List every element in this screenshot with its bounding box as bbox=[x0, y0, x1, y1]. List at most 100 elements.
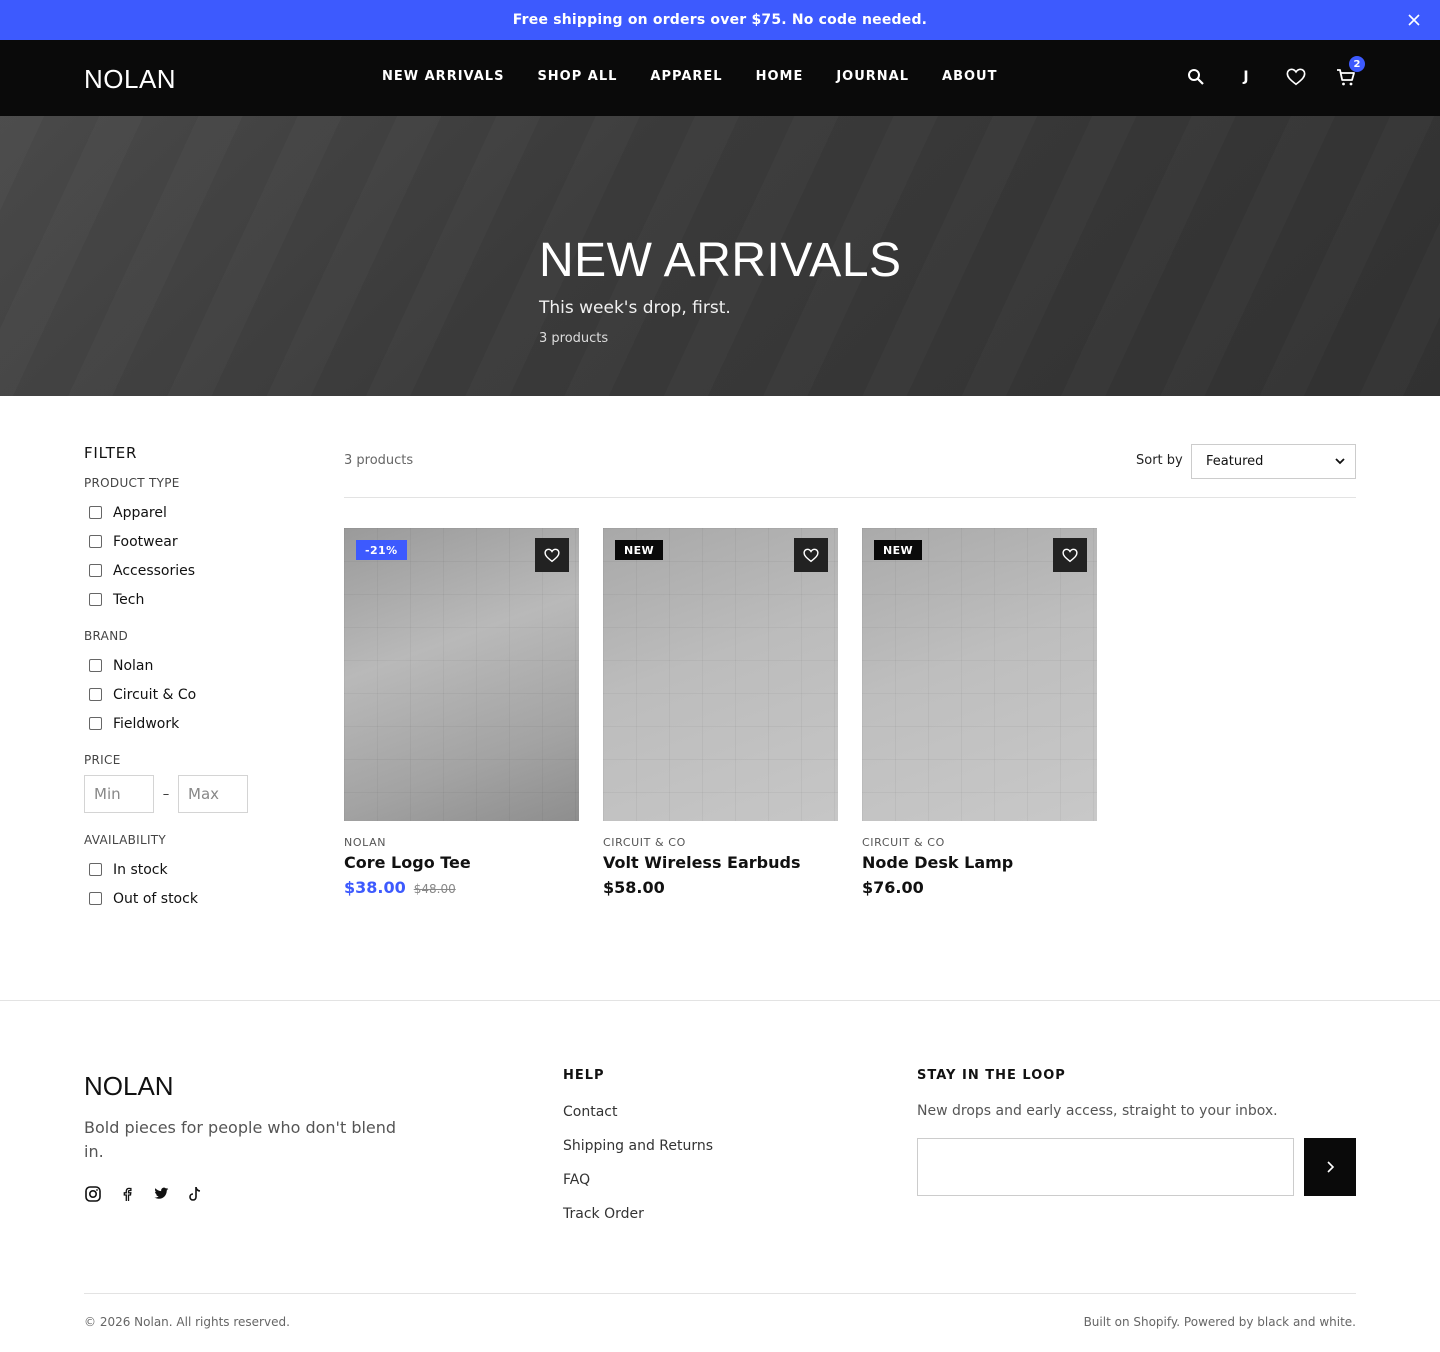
filter-sidebar: FILTER PRODUCT TYPE Apparel Footwear Acc… bbox=[84, 444, 284, 928]
site-logo[interactable]: NOLAN bbox=[84, 64, 176, 95]
newsletter-text: New drops and early access, straight to … bbox=[917, 1103, 1278, 1119]
heart-icon[interactable] bbox=[1286, 66, 1306, 88]
product-price: $58.00 bbox=[603, 878, 838, 897]
regular-price: $76.00 bbox=[862, 878, 924, 897]
compare-price: $48.00 bbox=[413, 882, 456, 896]
checkbox[interactable] bbox=[89, 593, 102, 606]
product-badge: NEW bbox=[874, 540, 923, 560]
sort-selected-value: Featured bbox=[1206, 454, 1264, 469]
regular-price: $58.00 bbox=[603, 878, 665, 897]
cart-icon[interactable]: 2 bbox=[1336, 56, 1365, 88]
footer-link-contact[interactable]: Contact bbox=[563, 1104, 713, 1138]
filter-option-label: In stock bbox=[113, 861, 168, 878]
announcement-bar: Free shipping on orders over $75. No cod… bbox=[0, 0, 1440, 40]
hero-product-count: 3 products bbox=[539, 331, 609, 346]
twitter-icon[interactable] bbox=[152, 1185, 170, 1203]
site-header: NOLAN NEW ARRIVALS SHOP ALL APPAREL HOME… bbox=[0, 40, 1440, 116]
collection-hero: NEW ARRIVALS This week's drop, first. 3 … bbox=[0, 116, 1440, 396]
social-links bbox=[84, 1185, 204, 1203]
nav-shop-all[interactable]: SHOP ALL bbox=[537, 69, 617, 84]
checkbox[interactable] bbox=[89, 892, 102, 905]
filter-option-circuit-co[interactable]: Circuit & Co bbox=[84, 680, 284, 709]
filter-option-apparel[interactable]: Apparel bbox=[84, 498, 284, 527]
filter-option-in-stock[interactable]: In stock bbox=[84, 855, 284, 884]
nav-home[interactable]: HOME bbox=[756, 69, 804, 84]
wishlist-button[interactable] bbox=[535, 538, 569, 572]
facebook-icon[interactable] bbox=[118, 1185, 136, 1203]
product-name[interactable]: Core Logo Tee bbox=[344, 853, 579, 872]
product-image[interactable]: NEW bbox=[862, 528, 1097, 821]
filter-option-out-of-stock[interactable]: Out of stock bbox=[84, 884, 284, 913]
checkbox[interactable] bbox=[89, 535, 102, 548]
product-image[interactable]: NEW bbox=[603, 528, 838, 821]
checkbox[interactable] bbox=[89, 659, 102, 672]
checkbox[interactable] bbox=[89, 717, 102, 730]
checkbox[interactable] bbox=[89, 863, 102, 876]
cart-count-badge: 2 bbox=[1349, 56, 1365, 72]
announcement-text: Free shipping on orders over $75. No cod… bbox=[512, 12, 928, 28]
nav-about[interactable]: ABOUT bbox=[942, 69, 997, 84]
filter-option-label: Nolan bbox=[113, 657, 154, 674]
product-badge: NEW bbox=[615, 540, 664, 560]
footer-link-shipping[interactable]: Shipping and Returns bbox=[563, 1138, 713, 1172]
tiktok-icon[interactable] bbox=[186, 1185, 204, 1203]
filter-option-tech[interactable]: Tech bbox=[84, 585, 284, 614]
filter-option-fieldwork[interactable]: Fieldwork bbox=[84, 709, 284, 738]
footer-newsletter-title: STAY IN THE LOOP bbox=[917, 1068, 1066, 1083]
product-brand: CIRCUIT & CO bbox=[603, 836, 686, 849]
product-image[interactable]: -21% bbox=[344, 528, 579, 821]
wishlist-button[interactable] bbox=[1053, 538, 1087, 572]
newsletter-email-input[interactable] bbox=[917, 1138, 1294, 1196]
footer-help-links: Contact Shipping and Returns FAQ Track O… bbox=[563, 1104, 713, 1240]
price-min-input[interactable]: Min bbox=[84, 775, 154, 813]
heart-icon bbox=[1062, 548, 1078, 562]
nav-apparel[interactable]: APPAREL bbox=[650, 69, 722, 84]
checkbox[interactable] bbox=[89, 506, 102, 519]
product-card[interactable]: NEW CIRCUIT & CO Volt Wireless Earbuds $… bbox=[603, 528, 838, 897]
filter-option-label: Fieldwork bbox=[113, 715, 180, 732]
sale-price: $38.00 bbox=[344, 878, 406, 897]
filter-option-label: Tech bbox=[113, 591, 145, 608]
nav-journal[interactable]: JOURNAL bbox=[836, 69, 909, 84]
footer-help-title: HELP bbox=[563, 1068, 605, 1083]
price-max-input[interactable]: Max bbox=[178, 775, 248, 813]
product-name[interactable]: Node Desk Lamp bbox=[862, 853, 1097, 872]
nav-new-arrivals[interactable]: NEW ARRIVALS bbox=[382, 69, 504, 84]
filter-option-nolan[interactable]: Nolan bbox=[84, 651, 284, 680]
filter-option-label: Accessories bbox=[113, 562, 196, 579]
filter-option-label: Apparel bbox=[113, 504, 167, 521]
filter-option-label: Footwear bbox=[113, 533, 178, 550]
hero-content: NEW ARRIVALS This week's drop, first. 3 … bbox=[539, 234, 902, 346]
checkbox[interactable] bbox=[89, 564, 102, 577]
price-range: Min – Max bbox=[84, 775, 284, 813]
product-price: $38.00 $48.00 bbox=[344, 878, 579, 897]
price-separator: – bbox=[162, 786, 170, 802]
sort-label: Sort by bbox=[1136, 453, 1183, 468]
sort-select[interactable]: Featured bbox=[1191, 444, 1356, 479]
filter-group-brand: BRAND Nolan Circuit & Co Fieldwork bbox=[84, 629, 284, 738]
product-card[interactable]: NEW CIRCUIT & CO Node Desk Lamp $76.00 bbox=[862, 528, 1097, 897]
main-nav: NEW ARRIVALS SHOP ALL APPAREL HOME JOURN… bbox=[382, 69, 997, 84]
product-card[interactable]: -21% NOLAN Core Logo Tee $38.00 $48.00 bbox=[344, 528, 579, 897]
search-icon[interactable] bbox=[1186, 66, 1206, 88]
footer-logo[interactable]: NOLAN bbox=[84, 1071, 174, 1102]
footer-divider bbox=[0, 1000, 1440, 1001]
filter-group-title: PRODUCT TYPE bbox=[84, 476, 180, 490]
footer-link-track-order[interactable]: Track Order bbox=[563, 1206, 713, 1240]
instagram-icon[interactable] bbox=[84, 1185, 102, 1203]
chevron-right-icon bbox=[1327, 1161, 1335, 1173]
footer-link-faq[interactable]: FAQ bbox=[563, 1172, 713, 1206]
close-icon[interactable] bbox=[1404, 10, 1424, 30]
newsletter-submit-button[interactable] bbox=[1304, 1138, 1356, 1196]
heart-icon bbox=[544, 548, 560, 562]
filter-option-footwear[interactable]: Footwear bbox=[84, 527, 284, 556]
filter-group-title: PRICE bbox=[84, 753, 121, 767]
product-name[interactable]: Volt Wireless Earbuds bbox=[603, 853, 838, 872]
filter-option-accessories[interactable]: Accessories bbox=[84, 556, 284, 585]
product-brand: NOLAN bbox=[344, 836, 387, 849]
toolbar-divider bbox=[344, 497, 1356, 498]
page-title: NEW ARRIVALS bbox=[539, 234, 902, 287]
wishlist-button[interactable] bbox=[794, 538, 828, 572]
checkbox[interactable] bbox=[89, 688, 102, 701]
account-icon[interactable]: J bbox=[1236, 66, 1256, 88]
